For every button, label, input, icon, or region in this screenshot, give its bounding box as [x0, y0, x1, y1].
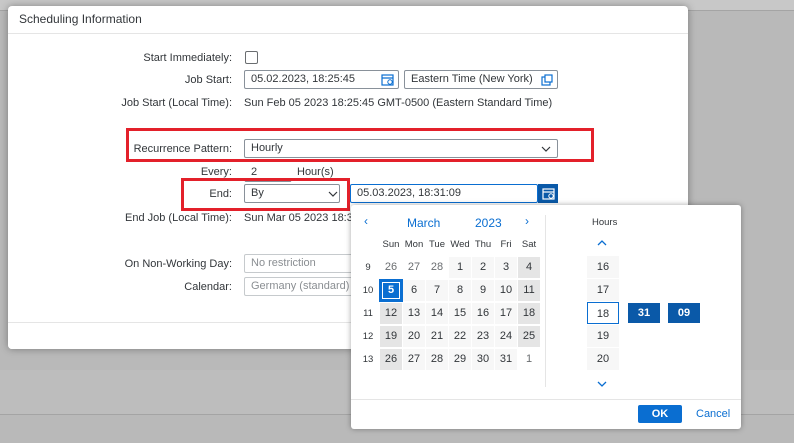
- week-number: 9: [365, 262, 371, 273]
- end-job-local-label: End Job (Local Time):: [125, 212, 232, 224]
- calendar-day[interactable]: 22: [449, 326, 471, 347]
- day-name: Sun: [382, 239, 400, 250]
- week-number: 10: [362, 285, 374, 296]
- day-name: Fri: [500, 239, 512, 250]
- week-number: 12: [362, 331, 374, 342]
- calendar-day[interactable]: 29: [449, 349, 471, 370]
- end-job-local-value: Sun Mar 05 2023 18:31:: [244, 212, 363, 224]
- day-name: Sat: [521, 239, 537, 250]
- non-working-day-select[interactable]: No restriction: [244, 254, 364, 273]
- picker-footer-divider: [351, 399, 741, 400]
- calendar-day[interactable]: 21: [426, 326, 448, 347]
- calendar-day[interactable]: 15: [449, 303, 471, 324]
- dialog-title: Scheduling Information: [8, 6, 688, 34]
- calendar-day[interactable]: 27: [403, 349, 425, 370]
- calendar-day[interactable]: 8: [449, 280, 471, 301]
- calendar-day[interactable]: 12: [380, 303, 402, 324]
- calendar-day[interactable]: 6: [403, 280, 425, 301]
- calendar-icon[interactable]: [538, 184, 558, 203]
- calendar-day[interactable]: 16: [472, 303, 494, 324]
- calendar-day[interactable]: 5: [380, 280, 402, 301]
- calendar-day[interactable]: 1: [518, 349, 540, 370]
- year-button[interactable]: 2023: [475, 216, 502, 230]
- hour-item[interactable]: 17: [587, 279, 619, 301]
- calendar-day[interactable]: 4: [518, 257, 540, 278]
- calendar-day[interactable]: 20: [403, 326, 425, 347]
- recurrence-highlight: [126, 128, 594, 162]
- non-working-day-placeholder: No restriction: [251, 257, 316, 269]
- calendar-day[interactable]: 13: [403, 303, 425, 324]
- end-datetime-input[interactable]: 05.03.2023, 18:31:09: [350, 184, 538, 203]
- hour-item[interactable]: 19: [587, 325, 619, 347]
- day-name: Thu: [474, 239, 492, 250]
- minutes-button[interactable]: 31: [628, 303, 660, 323]
- calendar-day[interactable]: 26: [380, 349, 402, 370]
- job-start-input[interactable]: 05.02.2023, 18:25:45: [244, 70, 399, 89]
- timezone-value: Eastern Time (New York): [411, 73, 533, 85]
- calendar-day[interactable]: 26: [380, 257, 402, 278]
- hour-item[interactable]: 16: [587, 256, 619, 278]
- calendar-day[interactable]: 25: [518, 326, 540, 347]
- week-number: 13: [362, 354, 374, 365]
- ok-button[interactable]: OK: [638, 405, 682, 423]
- calendar-day[interactable]: 27: [403, 257, 425, 278]
- week-number: 11: [363, 308, 373, 319]
- calendar-day[interactable]: 17: [495, 303, 517, 324]
- start-immediately-checkbox[interactable]: [245, 51, 258, 64]
- job-start-local-label: Job Start (Local Time):: [121, 97, 232, 109]
- calendar-label: Calendar:: [184, 281, 232, 293]
- calendar-day[interactable]: 9: [472, 280, 494, 301]
- calendar-select[interactable]: Germany (standard): [244, 277, 364, 296]
- end-highlight: [181, 178, 350, 211]
- timezone-input[interactable]: Eastern Time (New York): [404, 70, 558, 89]
- prev-month-icon[interactable]: ‹: [364, 214, 368, 228]
- hour-item[interactable]: 20: [587, 348, 619, 370]
- job-start-local-value: Sun Feb 05 2023 18:25:45 GMT-0500 (Easte…: [244, 97, 553, 109]
- calendar-day[interactable]: 18: [518, 303, 540, 324]
- calendar-day[interactable]: 23: [472, 326, 494, 347]
- month-button[interactable]: March: [407, 216, 440, 230]
- hours-label: Hours: [592, 217, 618, 228]
- calendar-day[interactable]: 2: [472, 257, 494, 278]
- calendar-day[interactable]: 11: [518, 280, 540, 301]
- calendar-day[interactable]: 31: [495, 349, 517, 370]
- hour-item[interactable]: 18: [587, 302, 619, 324]
- end-datetime-value: 05.03.2023, 18:31:09: [357, 187, 461, 199]
- hours-up-icon[interactable]: [597, 237, 607, 249]
- start-immediately-label: Start Immediately:: [143, 52, 232, 64]
- calendar-day[interactable]: 28: [426, 257, 448, 278]
- datetime-picker-popover: ‹ March 2023 › Sun Mon Tue Wed Thu Fri Sat 9 26 2…: [351, 205, 741, 429]
- calendar-day[interactable]: 30: [472, 349, 494, 370]
- picker-divider: [545, 215, 546, 387]
- day-name: Wed: [450, 239, 470, 250]
- every-label: Every:: [200, 166, 232, 178]
- hours-down-icon[interactable]: [597, 378, 607, 390]
- job-start-value: 05.02.2023, 18:25:45: [251, 73, 355, 85]
- job-start-label: Job Start:: [184, 74, 232, 86]
- day-name: Mon: [404, 239, 424, 250]
- every-unit: Hour(s): [297, 166, 334, 178]
- calendar-day[interactable]: 1: [449, 257, 471, 278]
- next-month-icon[interactable]: ›: [525, 214, 529, 228]
- calendar-icon[interactable]: [378, 71, 396, 88]
- cancel-button[interactable]: Cancel: [696, 408, 730, 420]
- value-help-icon[interactable]: [538, 71, 556, 88]
- calendar-day[interactable]: 3: [495, 257, 517, 278]
- calendar-day[interactable]: 24: [495, 326, 517, 347]
- non-working-day-label: On Non-Working Day:: [124, 258, 232, 270]
- calendar-day[interactable]: 19: [380, 326, 402, 347]
- seconds-button[interactable]: 09: [668, 303, 700, 323]
- every-value: 2: [251, 166, 258, 178]
- day-name: Tue: [428, 239, 446, 250]
- calendar-placeholder: Germany (standard): [251, 280, 350, 292]
- calendar-day[interactable]: 28: [426, 349, 448, 370]
- calendar-day[interactable]: 14: [426, 303, 448, 324]
- calendar-day[interactable]: 7: [426, 280, 448, 301]
- calendar-day[interactable]: 10: [495, 280, 517, 301]
